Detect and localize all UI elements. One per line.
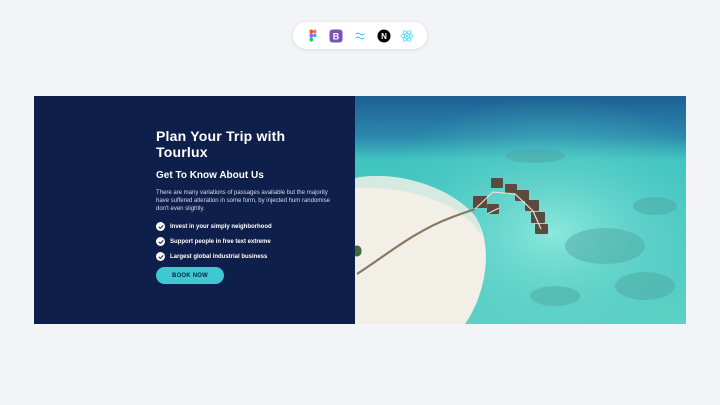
svg-text:N: N (381, 32, 387, 41)
tech-stack-bar: B N (293, 22, 427, 49)
hero-section: Plan Your Trip with Tourlux Get To Know … (34, 96, 686, 324)
check-icon (156, 252, 165, 261)
feature-label: Largest global industrial business (170, 253, 268, 260)
hero-subtitle: Get To Know About Us (156, 170, 264, 181)
check-icon (156, 222, 165, 231)
book-now-button[interactable]: BOOK NOW (156, 267, 224, 284)
tropical-resort-aerial-image (355, 96, 686, 324)
feature-item: Largest global industrial business (156, 252, 341, 261)
feature-item: Invest in your simply neighborhood (156, 222, 341, 231)
hero-text-panel: Plan Your Trip with Tourlux Get To Know … (34, 96, 355, 324)
check-icon (156, 237, 165, 246)
hero-description: There are many variations of passages av… (156, 190, 330, 212)
react-icon (400, 29, 414, 42)
feature-list: Invest in your simply neighborhood Suppo… (156, 222, 341, 261)
feature-label: Invest in your simply neighborhood (170, 223, 272, 230)
feature-item: Support people in free text extreme (156, 237, 341, 246)
hero-content: Plan Your Trip with Tourlux Get To Know … (156, 128, 341, 284)
hero-title: Plan Your Trip with Tourlux (156, 128, 286, 160)
nextjs-icon: N (377, 29, 391, 42)
tailwind-icon (354, 32, 365, 39)
bootstrap-icon: B (329, 29, 343, 42)
feature-label: Support people in free text extreme (170, 238, 271, 245)
svg-text:B: B (333, 31, 340, 41)
figma-icon (309, 29, 317, 41)
